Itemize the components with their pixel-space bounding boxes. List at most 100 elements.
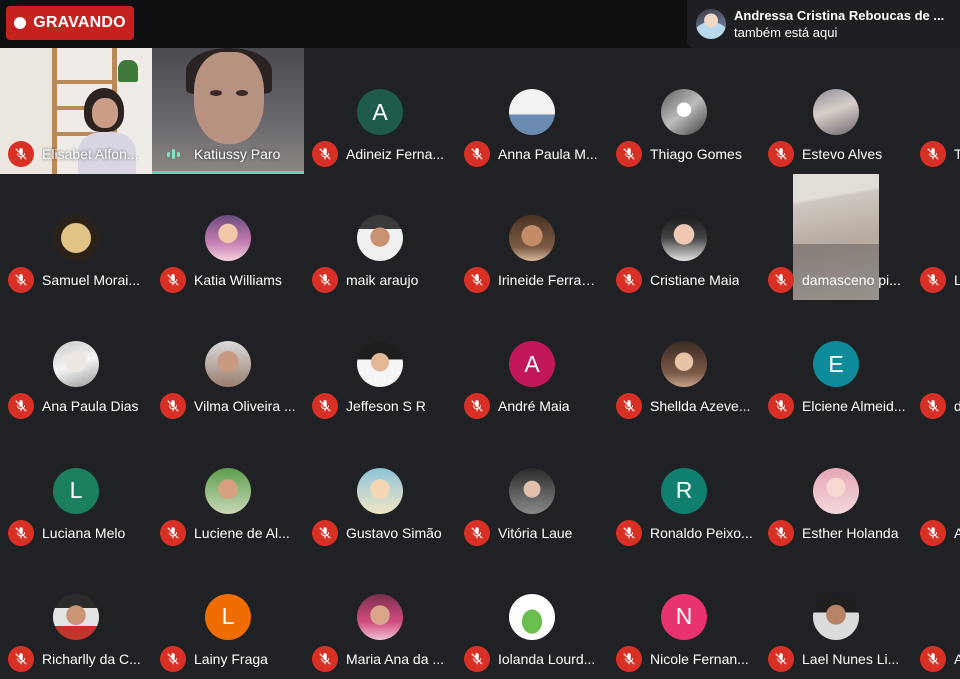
participant-tile[interactable]: Cristiane Maia <box>608 174 760 300</box>
participant-tile[interactable]: A Adineiz Ferna... <box>304 48 456 174</box>
participant-tile[interactable]: Ana Paula Dias <box>0 300 152 426</box>
participant-tile[interactable]: Iolanda Lourd... <box>456 553 608 679</box>
participant-avatar <box>53 215 99 262</box>
participant-label: Samuel Morai... <box>8 267 146 294</box>
participant-tile[interactable]: Lael Nunes Li... <box>760 553 912 679</box>
mic-off-icon <box>920 519 946 546</box>
mic-off-icon <box>8 393 34 420</box>
participant-name: Richarlly da C... <box>42 650 141 667</box>
participant-tile[interactable]: Jeffeson S R <box>304 300 456 426</box>
participant-avatar <box>357 467 403 514</box>
participant-name: A <box>954 525 960 541</box>
participant-tile[interactable]: R Ronaldo Peixo... <box>608 427 760 553</box>
participant-name: Irineide Ferraz ... <box>498 272 602 289</box>
mic-off-icon <box>464 393 490 420</box>
participant-name: d <box>954 398 960 414</box>
mic-off-icon <box>768 645 794 672</box>
participant-tile[interactable]: T <box>912 48 960 174</box>
participant-label: A <box>920 519 960 546</box>
top-bar: GRAVANDO Andressa Cristina Reboucas de .… <box>0 0 960 48</box>
participant-tile[interactable]: d <box>912 300 960 426</box>
participant-tile[interactable]: damasceno pi... <box>760 174 912 301</box>
participant-tile[interactable]: Gustavo Simão <box>304 427 456 553</box>
participant-name: Katia Williams <box>194 272 282 289</box>
participant-label: Vilma Oliveira ... <box>160 393 298 420</box>
participant-name: Ana Paula Dias <box>42 398 139 415</box>
participant-tile[interactable]: Katia Williams <box>152 174 304 300</box>
join-notification: Andressa Cristina Reboucas de ... também… <box>687 0 960 48</box>
participant-name: Vilma Oliveira ... <box>194 398 296 415</box>
participant-tile[interactable]: Shellda Azeve... <box>608 300 760 426</box>
participant-avatar <box>813 593 859 640</box>
participant-tile[interactable]: Thiago Gomes <box>608 48 760 174</box>
participant-avatar: R <box>661 467 707 514</box>
participant-tile[interactable]: Esther Holanda <box>760 427 912 553</box>
mic-off-icon <box>312 645 338 672</box>
participant-label: Ronaldo Peixo... <box>616 519 754 546</box>
participant-name: Iolanda Lourd... <box>498 650 596 667</box>
participant-tile[interactable]: A André Maia <box>456 300 608 426</box>
participant-avatar <box>813 467 859 514</box>
participant-tile[interactable]: Elisabet Alfon... <box>0 48 152 175</box>
participant-name: Cristiane Maia <box>650 272 740 289</box>
participant-name: damasceno pi... <box>802 272 901 289</box>
mic-off-icon <box>160 645 186 672</box>
participant-label: André Maia <box>464 393 602 420</box>
mic-off-icon <box>920 267 946 294</box>
participant-tile[interactable]: Katiussy Paro <box>152 48 304 175</box>
mic-off-icon <box>160 519 186 546</box>
participant-label: Gustavo Simão <box>312 519 450 546</box>
participant-tile[interactable]: L Luciana Melo <box>0 427 152 553</box>
participant-tile[interactable]: L <box>912 174 960 300</box>
participant-name: Samuel Morai... <box>42 272 141 289</box>
participant-avatar <box>357 215 403 262</box>
participant-tile[interactable]: Richarlly da C... <box>0 553 152 679</box>
participant-tile[interactable]: Samuel Morai... <box>0 174 152 300</box>
participant-label: Elisabet Alfon... <box>8 141 146 167</box>
mic-off-icon <box>8 267 34 294</box>
participant-label: damasceno pi... <box>768 267 906 294</box>
participant-tile[interactable]: Anna Paula M... <box>456 48 608 174</box>
participant-label: Ana Paula Dias <box>8 393 146 420</box>
participant-tile[interactable]: E Elciene Almeid... <box>760 300 912 426</box>
participant-name: Luciene de Al... <box>194 524 290 541</box>
participant-avatar: E <box>813 341 859 388</box>
participant-avatar <box>661 341 707 388</box>
participant-label: Cristiane Maia <box>616 267 754 294</box>
participant-name: Thiago Gomes <box>650 146 742 162</box>
participant-name: Ronaldo Peixo... <box>650 524 753 541</box>
participant-tile[interactable]: L Lainy Fraga <box>152 553 304 679</box>
mic-off-icon <box>616 393 642 420</box>
participant-tile[interactable]: A <box>912 553 960 679</box>
participant-video <box>194 52 264 144</box>
participant-label: Shellda Azeve... <box>616 393 754 420</box>
participant-label: Nicole Fernan... <box>616 645 754 672</box>
participant-name: Luciana Melo <box>42 524 126 541</box>
participant-avatar <box>53 341 99 388</box>
recording-indicator[interactable]: GRAVANDO <box>6 6 134 40</box>
participant-tile[interactable]: Estevo Alves <box>760 48 912 174</box>
participant-label: Katia Williams <box>160 267 298 294</box>
participant-name: Maria Ana da ... <box>346 650 445 667</box>
mic-off-icon <box>616 645 642 672</box>
participant-tile[interactable]: Vitória Laue <box>456 427 608 553</box>
participant-tile[interactable]: A <box>912 427 960 553</box>
mic-off-icon <box>768 519 794 546</box>
participant-tile[interactable]: Luciene de Al... <box>152 427 304 553</box>
participant-name: Shellda Azeve... <box>650 398 751 415</box>
participant-name: Lael Nunes Li... <box>802 650 900 667</box>
participant-label: Irineide Ferraz ... <box>464 267 602 294</box>
mic-off-icon <box>312 267 338 294</box>
participant-name: Estevo Alves <box>802 146 883 162</box>
participant-tile[interactable]: maik araujo <box>304 174 456 300</box>
notification-avatar <box>696 9 726 39</box>
participant-tile[interactable]: Maria Ana da ... <box>304 553 456 679</box>
participant-tile[interactable]: Vilma Oliveira ... <box>152 300 304 426</box>
participant-tile[interactable]: Irineide Ferraz ... <box>456 174 608 300</box>
participant-label: maik araujo <box>312 267 450 294</box>
mic-off-icon <box>8 645 34 672</box>
participant-label: Vitória Laue <box>464 519 602 546</box>
participant-tile[interactable]: N Nicole Fernan... <box>608 553 760 679</box>
participant-avatar <box>661 215 707 262</box>
mic-off-icon <box>464 141 490 167</box>
